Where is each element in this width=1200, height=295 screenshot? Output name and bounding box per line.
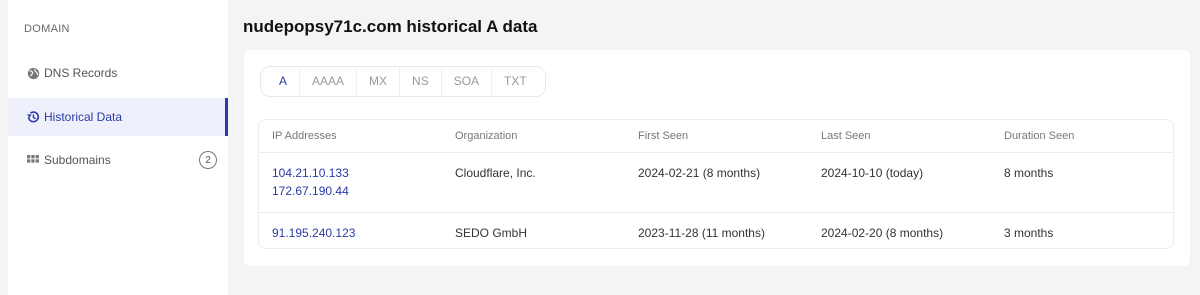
table-row: 91.195.240.123 SEDO GmbH 2023-11-28 (11 … xyxy=(259,212,1173,248)
first-seen-cell: 2024-02-21 (8 months) xyxy=(625,152,808,213)
header-organization: Organization xyxy=(442,120,625,153)
sidebar-item-label: Historical Data xyxy=(44,110,123,124)
header-first-seen: First Seen xyxy=(625,120,808,153)
tab-aaaa[interactable]: AAAA xyxy=(300,66,358,97)
grid-icon xyxy=(26,153,40,167)
tab-ns[interactable]: NS xyxy=(400,66,442,97)
globe-icon xyxy=(26,66,40,80)
organization-cell: SEDO GmbH xyxy=(455,225,528,240)
ip-cell: 91.195.240.123 xyxy=(259,212,442,248)
ip-link[interactable]: 104.21.10.133 xyxy=(272,164,442,182)
record-type-tabs: A AAAA MX NS SOA TXT xyxy=(260,66,546,97)
table-row: 104.21.10.133 172.67.190.44 Cloudflare, … xyxy=(259,152,1173,213)
header-duration-seen: Duration Seen xyxy=(991,120,1173,153)
sidebar-item-label: DNS Records xyxy=(44,66,118,80)
history-icon xyxy=(26,110,40,124)
sidebar: DOMAIN DNS Records Historical Data Subdo… xyxy=(8,0,228,295)
page-title: nudepopsy71c.com historical A data xyxy=(243,17,538,36)
history-table: IP Addresses Organization First Seen Las… xyxy=(258,119,1174,249)
ip-link[interactable]: 172.67.190.44 xyxy=(272,182,442,200)
sidebar-item-subdomains[interactable]: Subdomains 2 xyxy=(8,141,228,179)
sidebar-heading: DOMAIN xyxy=(24,23,70,35)
table-header-row: IP Addresses Organization First Seen Las… xyxy=(259,120,1173,153)
sidebar-item-dns-records[interactable]: DNS Records xyxy=(8,54,228,92)
ip-cell: 104.21.10.133 172.67.190.44 xyxy=(259,152,442,213)
tab-mx[interactable]: MX xyxy=(357,66,401,97)
sidebar-item-label: Subdomains xyxy=(44,153,111,167)
sidebar-item-historical-data[interactable]: Historical Data xyxy=(8,98,228,136)
first-seen-cell: 2023-11-28 (11 months) xyxy=(638,225,765,240)
header-ip-addresses: IP Addresses xyxy=(259,120,442,153)
header-last-seen: Last Seen xyxy=(808,120,991,153)
ip-link[interactable]: 91.195.240.123 xyxy=(272,224,442,242)
tab-soa[interactable]: SOA xyxy=(442,66,493,97)
last-seen-cell: 2024-10-10 (today) xyxy=(808,152,991,213)
duration-cell: 8 months xyxy=(991,152,1173,213)
historical-data-card: A AAAA MX NS SOA TXT IP Addresses Organi… xyxy=(244,50,1190,266)
tab-a[interactable]: A xyxy=(267,66,301,97)
subdomains-count-badge: 2 xyxy=(199,151,217,169)
organization-cell: Cloudflare, Inc. xyxy=(442,152,625,213)
last-seen-cell: 2024-02-20 (8 months) xyxy=(821,225,944,240)
tab-txt[interactable]: TXT xyxy=(492,66,539,97)
duration-cell: 3 months xyxy=(1004,225,1054,240)
